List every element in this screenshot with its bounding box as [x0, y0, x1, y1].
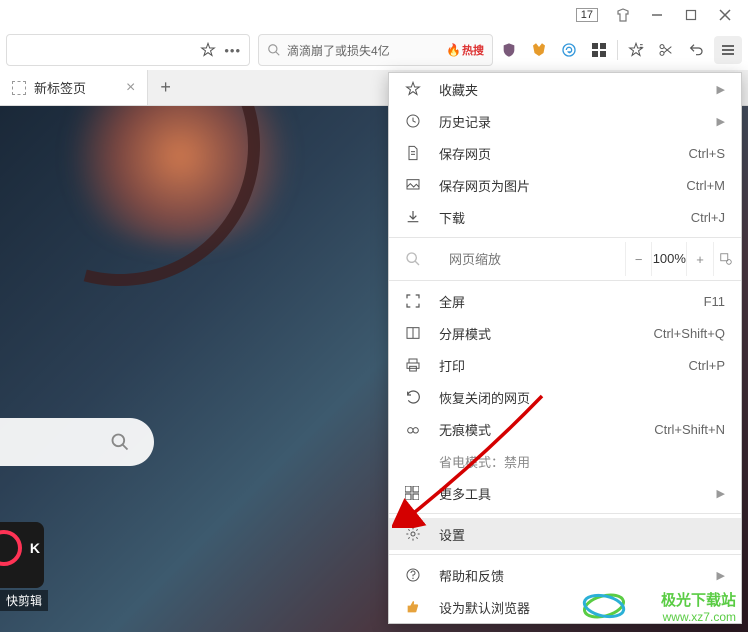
menu-more-tools[interactable]: 更多工具 ▶: [389, 477, 741, 509]
grid-icon[interactable]: [585, 36, 613, 64]
bottom-card[interactable]: K: [0, 522, 44, 588]
chevron-right-icon: ▶: [717, 83, 725, 96]
image-icon: [405, 177, 425, 193]
maximize-button[interactable]: [676, 0, 706, 30]
refresh-circle-icon[interactable]: [555, 36, 583, 64]
zoom-in-button[interactable]: +: [686, 242, 712, 276]
flame-icon: 🔥: [446, 43, 461, 57]
menu-reopen-closed[interactable]: 恢复关闭的网页: [389, 381, 741, 413]
menu-incognito[interactable]: 无痕模式 Ctrl+Shift+N: [389, 413, 741, 445]
more-icon[interactable]: •••: [224, 43, 241, 58]
thumbs-up-icon: [405, 599, 425, 615]
undo-icon[interactable]: [682, 36, 710, 64]
clock-icon: [405, 113, 425, 129]
menu-settings[interactable]: 设置: [389, 518, 741, 550]
minimize-button[interactable]: [642, 0, 672, 30]
download-icon: [405, 209, 425, 225]
menu-downloads[interactable]: 下载 Ctrl+J: [389, 201, 741, 233]
window-titlebar: 17: [0, 0, 748, 30]
incognito-icon: [405, 421, 425, 437]
menu-print[interactable]: 打印 Ctrl+P: [389, 349, 741, 381]
watermark-title: 极光下载站: [661, 589, 736, 610]
fox-icon[interactable]: [525, 36, 553, 64]
zoom-settings-button[interactable]: [713, 242, 739, 276]
bottom-card-label: 快剪辑: [0, 590, 48, 611]
menu-power-saving[interactable]: 省电模式：禁用: [389, 445, 741, 477]
menu-fullscreen[interactable]: 全屏 F11: [389, 285, 741, 317]
new-tab-button[interactable]: +: [148, 77, 183, 98]
search-box[interactable]: 滴滴崩了或损失4亿 🔥 热搜: [258, 34, 493, 66]
main-menu: 收藏夹 ▶ 历史记录 ▶ 保存网页 Ctrl+S 保存网页为图片 Ctrl+M …: [388, 72, 742, 624]
search-icon: [267, 43, 281, 57]
address-toolbar: ••• 滴滴崩了或损失4亿 🔥 热搜: [0, 30, 748, 70]
close-button[interactable]: [710, 0, 740, 30]
menu-history[interactable]: 历史记录 ▶: [389, 105, 741, 137]
undo-icon: [405, 389, 425, 405]
menu-save-page[interactable]: 保存网页 Ctrl+S: [389, 137, 741, 169]
chevron-right-icon: ▶: [717, 115, 725, 128]
star-icon[interactable]: [200, 42, 216, 58]
watermark-logo-icon: [582, 592, 626, 620]
tab-close-button[interactable]: ×: [126, 79, 135, 97]
favorite-star-icon[interactable]: [622, 36, 650, 64]
wardrobe-icon[interactable]: [608, 0, 638, 30]
split-icon: [405, 325, 425, 341]
grid-icon: [405, 486, 425, 500]
watermark: 极光下载站 www.xz7.com: [661, 589, 736, 624]
menu-favorites[interactable]: 收藏夹 ▶: [389, 73, 741, 105]
hotsearch-badge[interactable]: 🔥 热搜: [446, 42, 484, 58]
star-icon: [405, 81, 425, 97]
printer-icon: [405, 357, 425, 373]
search-pill[interactable]: [0, 418, 154, 466]
zoom-value: 100%: [651, 242, 686, 276]
menu-help[interactable]: 帮助和反馈 ▶: [389, 559, 741, 591]
file-icon: [405, 145, 425, 161]
page-icon: [12, 81, 26, 95]
scissors-icon[interactable]: [652, 36, 680, 64]
chevron-right-icon: ▶: [717, 569, 725, 582]
browser-tab[interactable]: 新标签页 ×: [0, 70, 148, 105]
menu-button[interactable]: [714, 36, 742, 64]
search-placeholder: 滴滴崩了或损失4亿: [287, 42, 442, 59]
fullscreen-icon: [405, 293, 425, 309]
title-badge[interactable]: 17: [576, 8, 598, 22]
chevron-right-icon: ▶: [717, 487, 725, 500]
help-icon: [405, 567, 425, 583]
zoom-out-button[interactable]: −: [625, 242, 651, 276]
search-icon: [110, 432, 130, 452]
watermark-url: www.xz7.com: [661, 610, 736, 624]
tab-title: 新标签页: [34, 78, 86, 97]
shield-icon[interactable]: [495, 36, 523, 64]
menu-split[interactable]: 分屏模式 Ctrl+Shift+Q: [389, 317, 741, 349]
zoom-input[interactable]: [449, 252, 625, 267]
url-box[interactable]: •••: [6, 34, 250, 66]
menu-zoom: − 100% +: [389, 242, 741, 276]
search-icon: [405, 251, 421, 267]
menu-save-as-image[interactable]: 保存网页为图片 Ctrl+M: [389, 169, 741, 201]
gear-icon: [405, 526, 425, 542]
